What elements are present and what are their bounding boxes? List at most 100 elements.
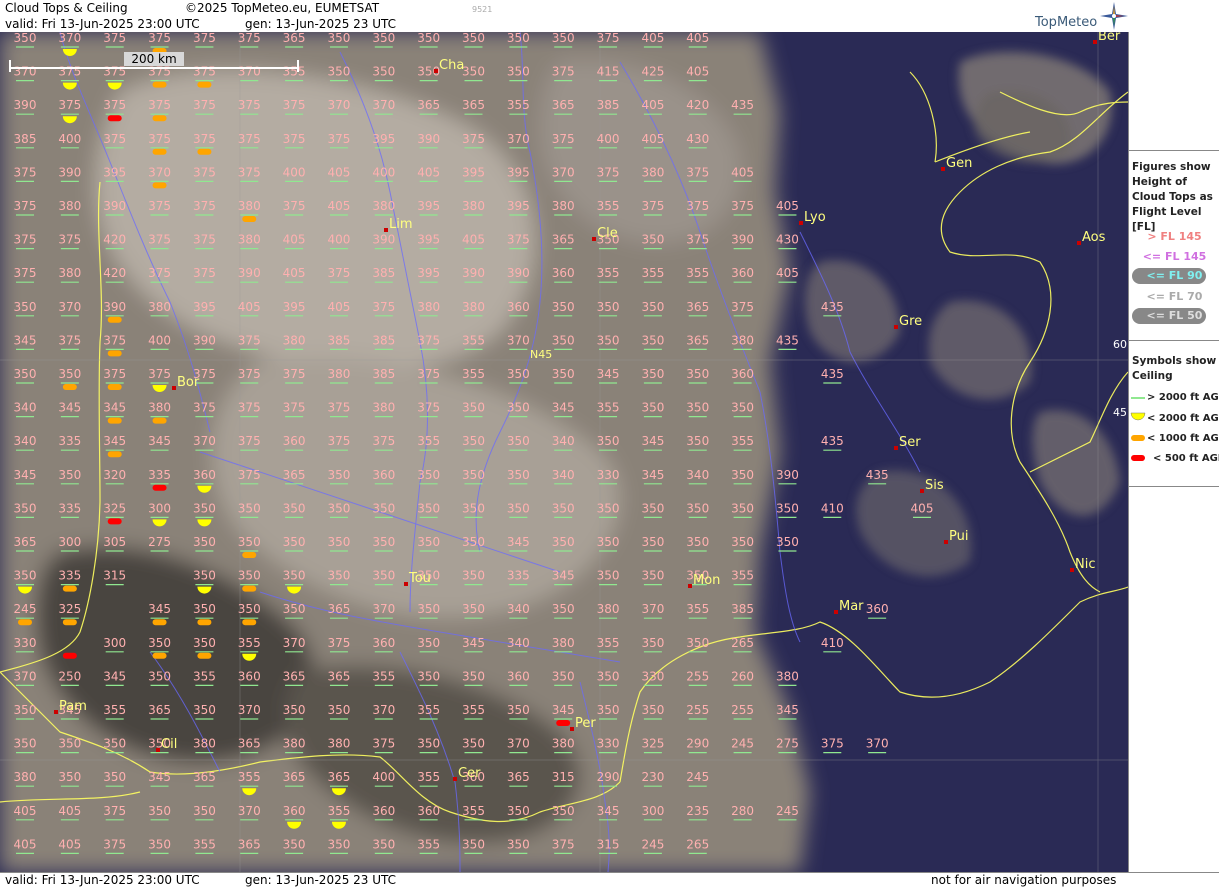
cloud-top-value: 380 [552, 636, 575, 650]
cloud-top-value: 350 [14, 367, 37, 381]
city-label[interactable]: Cer [458, 766, 481, 781]
cloud-top-value: 375 [327, 401, 350, 415]
cloud-top-value: 350 [552, 602, 575, 616]
city-label[interactable]: Mar [839, 599, 864, 614]
cloud-top-value: 355 [238, 770, 261, 784]
cloud-top-value: 385 [327, 333, 350, 347]
cloud-top-value: 370 [148, 165, 171, 179]
cloud-top-value: 335 [507, 569, 530, 583]
cloud-top-value: 365 [686, 333, 709, 347]
cloud-top-value: 350 [14, 501, 37, 515]
cloud-top-value: 420 [686, 98, 709, 112]
city-label[interactable]: Mon [693, 573, 720, 588]
cloud-top-value: 390 [193, 333, 216, 347]
cloud-top-value: 370 [327, 98, 350, 112]
cloud-top-value: 375 [552, 65, 575, 79]
city-label[interactable]: Gen [946, 156, 972, 171]
cloud-top-value: 405 [641, 32, 664, 45]
cloud-top-value: 345 [103, 401, 126, 415]
city-label[interactable]: Cil [161, 737, 177, 752]
cloud-top-value: 375 [327, 132, 350, 146]
cloud-top-value: 245 [776, 804, 799, 818]
cloud-top-value: 380 [58, 199, 81, 213]
cloud-top-value: 365 [462, 98, 485, 112]
city-dot [944, 540, 948, 544]
city-label[interactable]: Bor [177, 375, 200, 390]
cloud-top-value: 255 [686, 703, 709, 717]
city-label[interactable]: Lim [389, 217, 413, 232]
cloud-top-value: 365 [238, 737, 261, 751]
cloud-top-value: 245 [686, 770, 709, 784]
symbol-lt2000-label: < 2000 ft AGL [1147, 413, 1219, 424]
cloud-top-value: 345 [103, 669, 126, 683]
cloud-top-value: 365 [238, 837, 261, 851]
cloud-top-value: 380 [327, 737, 350, 751]
city-label[interactable]: Pui [949, 529, 968, 544]
cloud-top-value: 375 [821, 737, 844, 751]
symbol-lt1000-label: < 1000 ft AGL [1147, 433, 1219, 444]
cloud-top-value: 385 [372, 367, 395, 381]
cloud-top-value: 370 [14, 669, 37, 683]
ceiling-orange-mark [152, 652, 167, 659]
cloud-top-value: 360 [283, 434, 306, 448]
cloud-top-value: 400 [58, 132, 81, 146]
map-title: Cloud Tops & Ceiling [5, 1, 128, 15]
cloud-top-value: 350 [686, 535, 709, 549]
cloud-tops-map[interactable]: 350 370 375 375 375 375 365 350 350 350 350 350 350 3… [0, 32, 1128, 872]
cloud-top-value: 355 [686, 266, 709, 280]
cloud-top-value: 350 [731, 468, 754, 482]
cloud-top-value: 375 [14, 165, 37, 179]
cloud-top-value: 355 [641, 266, 664, 280]
ceiling-orange-mark [152, 148, 167, 155]
cloud-top-value: 390 [103, 199, 126, 213]
cloud-top-value: 365 [283, 468, 306, 482]
cloud-top-value: 350 [507, 804, 530, 818]
city-label[interactable]: Cle [597, 226, 618, 241]
cloud-top-value: 375 [193, 98, 216, 112]
cloud-top-value: 390 [238, 266, 261, 280]
city-label[interactable]: Pam [59, 699, 87, 714]
footer-bar: valid: Fri 13-Jun-2025 23:00 UTC gen: 13… [0, 872, 1219, 887]
cloud-top-value: 350 [641, 401, 664, 415]
cloud-top-value: 350 [776, 535, 799, 549]
cloud-top-value: 345 [103, 434, 126, 448]
cloud-top-value: 385 [372, 333, 395, 347]
cloud-top-value: 400 [372, 165, 395, 179]
city-label[interactable]: Aos [1082, 230, 1106, 245]
cloud-top-value: 370 [238, 703, 261, 717]
cloud-top-value: 375 [193, 266, 216, 280]
city-label[interactable]: Per [575, 716, 596, 731]
city-label[interactable]: Gre [899, 314, 922, 329]
cloud-top-value: 435 [731, 98, 754, 112]
city-label[interactable]: Ber [1098, 32, 1121, 44]
ceiling-yellow-icon [1130, 412, 1146, 421]
city-label[interactable]: Tou [408, 571, 431, 586]
cloud-top-value: 345 [14, 468, 37, 482]
city-label[interactable]: Cha [439, 58, 464, 73]
ceiling-orange-mark [152, 417, 167, 424]
cloud-top-value: 350 [641, 703, 664, 717]
cloud-top-value: 350 [552, 300, 575, 314]
cloud-top-value: 380 [372, 199, 395, 213]
cloud-top-value: 350 [686, 367, 709, 381]
city-label[interactable]: Lyo [804, 210, 826, 225]
cloud-top-value: 375 [238, 32, 261, 45]
city-label[interactable]: Nic [1075, 557, 1095, 572]
cloud-top-value: 345 [776, 703, 799, 717]
cloud-top-value: 380 [193, 737, 216, 751]
cloud-top-value: 360 [866, 602, 889, 616]
cloud-top-value: 290 [686, 737, 709, 751]
ceiling-orange-mark [152, 115, 167, 122]
city-dot [434, 69, 438, 73]
cloud-top-value: 350 [641, 501, 664, 515]
cloud-top-value: 350 [507, 468, 530, 482]
cloud-top-value: 355 [327, 804, 350, 818]
city-label[interactable]: Ser [899, 435, 921, 450]
city-label[interactable]: Sis [925, 478, 944, 493]
cloud-top-value: 350 [283, 703, 306, 717]
cloud-top-value: 415 [597, 65, 620, 79]
cloud-top-value: 405 [731, 165, 754, 179]
ceiling-red-mark [152, 484, 167, 491]
cloud-top-value: 350 [686, 401, 709, 415]
cloud-top-value: 370 [507, 132, 530, 146]
